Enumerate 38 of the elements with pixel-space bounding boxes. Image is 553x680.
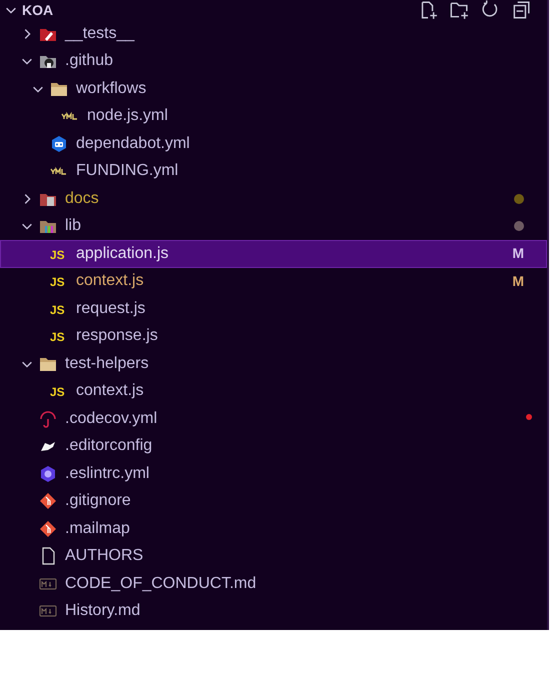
scrollbar-marker [526,414,532,420]
tree-item[interactable]: workflows [0,75,547,102]
js-icon: JS [50,244,68,263]
js-icon: JS [50,272,68,290]
tree-item[interactable]: .editorconfig [0,432,547,460]
js-icon: JS [50,300,68,318]
tree-item[interactable]: dependabot.yml [0,130,547,158]
tree-item[interactable]: .github [0,48,547,75]
tree-item[interactable]: node.js.yml [0,102,547,130]
tree-item[interactable]: test-helpers [0,350,547,378]
tree-item[interactable]: .mailmap [0,515,547,542]
tree-item[interactable]: lib [0,212,547,240]
robot-icon [50,134,68,153]
git-status-letter: M [512,244,524,264]
tree-item[interactable]: docs [0,185,547,212]
tree-item[interactable]: JS request.js [0,295,547,322]
tree-item[interactable]: JS context.js [0,378,547,405]
tree-item[interactable]: History.md [0,598,547,625]
tree-item[interactable]: .gitignore [0,488,547,515]
tree-item[interactable]: JS context.js M [0,268,547,295]
git-icon [39,492,57,510]
git-status-letter: M [512,272,524,291]
collapse-all-icon[interactable] [511,0,531,20]
tree-item[interactable]: .codecov.yml [0,405,547,432]
git-icon [39,520,57,538]
hexagon-icon [39,464,57,483]
tree-item[interactable]: __tests__ [0,20,547,48]
new-folder-icon[interactable] [449,0,469,20]
umbrella-icon [39,410,57,428]
tree-item[interactable]: JS response.js [0,322,547,350]
tree-item[interactable]: .eslintrc.yml [0,460,547,488]
js-icon: JS [50,327,68,346]
explorer-title: KOA [22,0,54,20]
tree-item[interactable]: JS application.js M [0,240,547,268]
tree-item[interactable]: FUNDING.yml [0,158,547,185]
tree-item[interactable]: AUTHORS [0,542,547,570]
js-icon: JS [50,382,68,400]
tree-item[interactable]: CODE_OF_CONDUCT.md [0,570,547,598]
